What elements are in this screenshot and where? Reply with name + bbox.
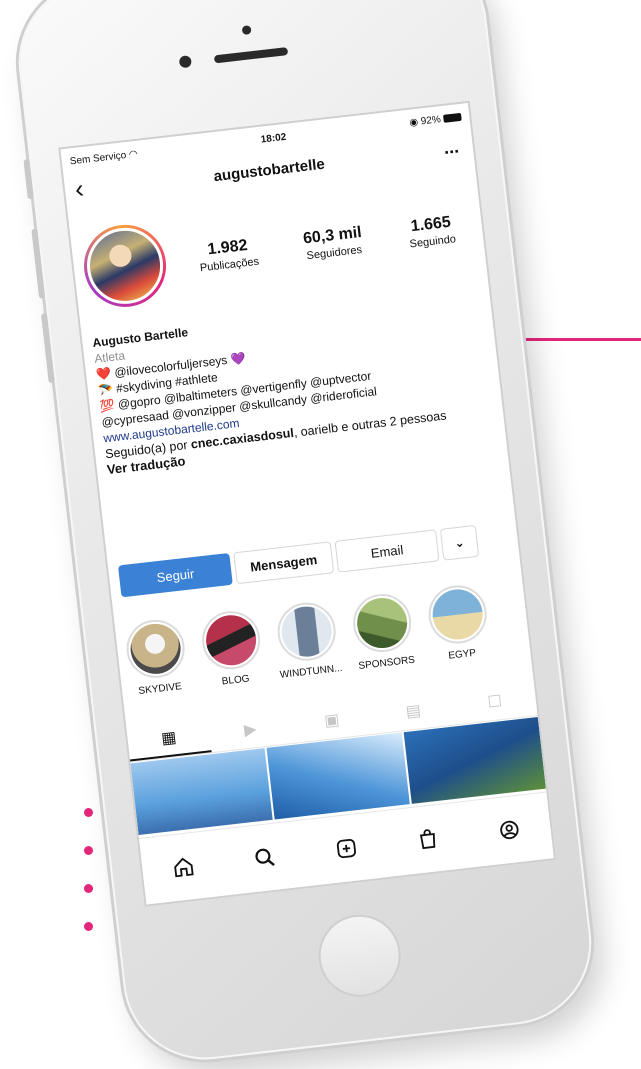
phone-body: Sem Serviço ◠ 18:02 ◉ 92% ‹ augustobarte…	[10, 0, 600, 1069]
highlight-item[interactable]: EGYP	[423, 582, 495, 664]
highlight-thumbnail	[203, 612, 259, 668]
avatar[interactable]	[79, 220, 171, 312]
earpiece-speaker	[213, 47, 289, 64]
stat-followers[interactable]: 60,3 mil Seguidores	[302, 224, 364, 262]
phone-screen: Sem Serviço ◠ 18:02 ◉ 92% ‹ augustobarte…	[58, 100, 557, 907]
volume-down-button	[40, 313, 55, 384]
avatar-photo	[82, 223, 168, 308]
profile-icon[interactable]	[494, 814, 525, 845]
highlight-thumbnail	[354, 595, 410, 651]
chevron-down-icon[interactable]: ⌄	[439, 524, 480, 561]
proximity-sensor	[241, 25, 252, 36]
new-post-icon[interactable]	[331, 833, 362, 864]
home-icon[interactable]	[168, 852, 199, 883]
stat-posts[interactable]: 1.982 Publicações	[197, 236, 259, 274]
more-options-button[interactable]: ...	[443, 136, 460, 159]
carrier-label: Sem Serviço ◠	[69, 148, 139, 167]
profile-bio: Augusto Bartelle Atleta ❤️ @ilovecolorfu…	[92, 290, 500, 478]
shop-icon[interactable]	[412, 824, 443, 855]
volume-up-button	[31, 228, 46, 299]
wifi-icon: ◠	[128, 148, 139, 161]
grid-icon: ▦	[160, 729, 178, 748]
follow-button[interactable]: Seguir	[117, 552, 233, 598]
email-button[interactable]: Email	[334, 529, 440, 573]
battery-icon	[442, 112, 462, 123]
post-thumbnail[interactable]	[130, 748, 274, 835]
mute-switch	[23, 158, 34, 200]
home-button[interactable]	[314, 910, 406, 1002]
front-camera	[178, 55, 192, 69]
highlight-label: EGYP	[447, 647, 477, 662]
highlight-item[interactable]: WINDTUNN...	[272, 599, 344, 681]
stat-following[interactable]: 1.665 Seguindo	[407, 213, 457, 251]
highlight-item[interactable]: SKYDIVE	[121, 616, 193, 698]
highlight-label: SPONSORS	[357, 654, 416, 672]
highlight-thumbnail	[127, 621, 184, 677]
stat-following-label: Seguindo	[409, 233, 457, 251]
phone-mockup: Sem Serviço ◠ 18:02 ◉ 92% ‹ augustobarte…	[0, 0, 641, 1069]
profile-stats: 1.982 Publicações 60,3 mil Seguidores 1.66…	[174, 211, 480, 277]
highlight-label: BLOG	[221, 673, 251, 688]
battery-status: ◉ 92%	[409, 111, 462, 128]
reels-icon: ▶	[243, 720, 258, 740]
highlight-label: SKYDIVE	[138, 681, 183, 698]
highlight-item[interactable]: BLOG	[196, 608, 268, 690]
story-highlights: SKYDIVE BLOG WINDTUNN... SPONSORS EGYP	[121, 578, 531, 698]
highlight-thumbnail	[278, 603, 335, 660]
status-time: 18:02	[260, 131, 287, 146]
highlight-label: WINDTUNN...	[279, 662, 344, 681]
highlight-item[interactable]: SPONSORS	[347, 590, 419, 673]
guides-icon: ▤	[404, 702, 422, 721]
highlight-thumbnail	[429, 586, 486, 643]
tagged-icon: ☐	[486, 693, 503, 712]
post-thumbnail[interactable]	[403, 717, 546, 804]
igtv-icon: ▣	[323, 711, 341, 731]
message-button[interactable]: Mensagem	[233, 541, 335, 585]
post-thumbnail[interactable]	[266, 732, 410, 820]
search-icon[interactable]	[249, 842, 280, 873]
